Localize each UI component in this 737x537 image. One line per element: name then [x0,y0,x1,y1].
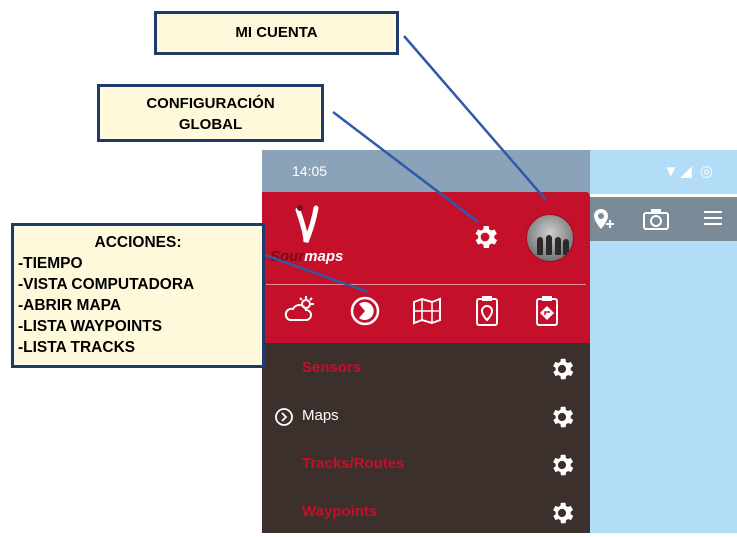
callout-actions: ACCIONES: -TIEMPO -VISTA COMPUTADORA -AB… [11,223,265,368]
callout-action-item: -LISTA TRACKS [18,339,136,356]
callout-config-line2: GLOBAL [178,116,243,133]
callout-action-item: -ABRIR MAPA [18,297,122,314]
callout-action-item: -TIEMPO [18,255,83,272]
callout-action-item: -LISTA WAYPOINTS [18,318,163,335]
callout-config-line1: CONFIGURACIÓN [146,95,275,112]
callout-global-settings: CONFIGURACIÓN GLOBAL [97,84,324,142]
callout-my-account: MI CUENTA [154,11,399,55]
callout-my-account-text: MI CUENTA [235,24,318,41]
callout-action-item: -VISTA COMPUTADORA [18,276,195,293]
callout-actions-title: ACCIONES: [94,234,182,251]
